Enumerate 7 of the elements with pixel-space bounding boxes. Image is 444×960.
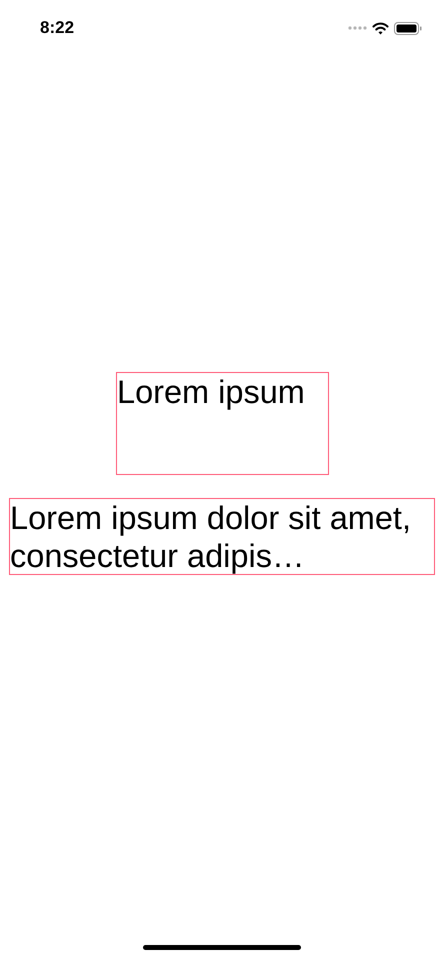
battery-icon — [394, 22, 422, 34]
home-indicator[interactable] — [143, 945, 301, 950]
label-text: Lorem ipsum dolor sit amet, consectetur adipis… — [10, 499, 412, 575]
wifi-icon — [372, 22, 389, 34]
label-text: Lorem ipsum — [117, 373, 306, 411]
time: 8:22 — [40, 18, 74, 38]
signal-icon — [348, 26, 367, 30]
